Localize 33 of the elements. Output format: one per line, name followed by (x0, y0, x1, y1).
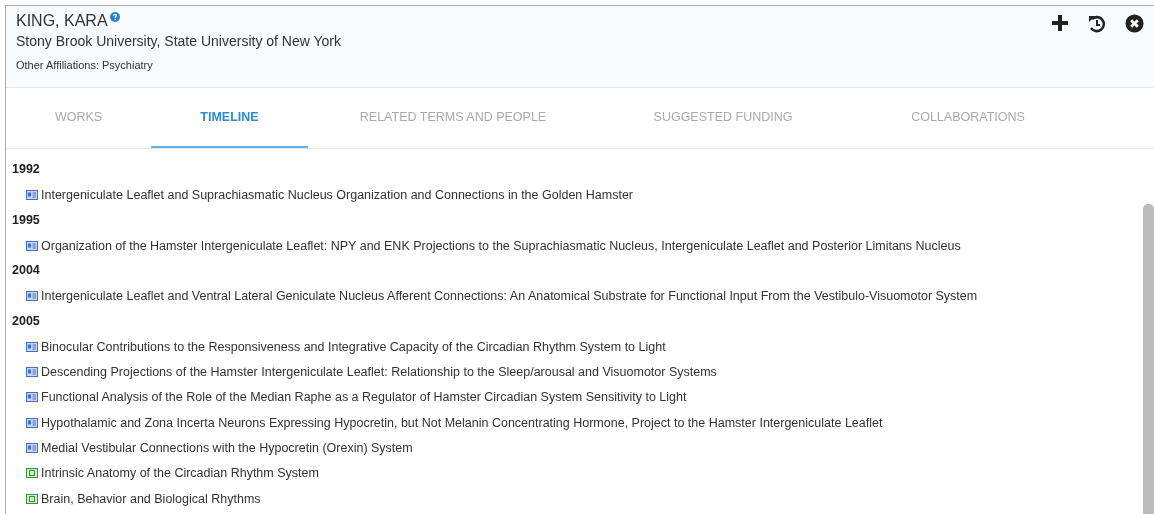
history-icon[interactable] (1087, 14, 1107, 34)
work-title[interactable]: Hypothalamic and Zona Incerta Neurons Expressing Hypocretin, but Not Melanin Concentrating Hormone, Project to the Hamster Intergeniculate Leaflet (41, 415, 883, 430)
tab[interactable]: TIMELINE (151, 88, 308, 148)
year-heading: 2005 (12, 312, 41, 330)
work-title[interactable]: Brain, Behavior and Biological Rhythms (41, 491, 261, 506)
article-icon (26, 442, 38, 453)
work-title[interactable]: Intrinsic Anatomy of the Circadian Rhythm System (41, 466, 319, 481)
scrollbar[interactable] (1143, 204, 1154, 514)
work-title[interactable]: Functional Analysis of the Role of the Median Raphe as a Regulator of Hamster Circadian System Sensitivity to Light (41, 390, 687, 405)
work-title[interactable]: Binocular Contributions to the Responsiveness and Integrative Capacity of the Circadian Rhythm System to Light (41, 339, 666, 354)
article-icon (26, 367, 38, 377)
article-icon (26, 291, 38, 302)
work-title[interactable]: Intergeniculate Leaflet and Suprachiasmatic Nucleus Organization and Connections in the Golden Hamster (41, 187, 633, 202)
institution: Stony Brook University, State University of New York (16, 32, 341, 51)
affiliations: Other Affiliations: Psychiatry (16, 58, 154, 73)
article-icon (26, 240, 38, 251)
person-name: KING, KARA (16, 11, 108, 31)
article-icon (26, 417, 38, 428)
close-icon[interactable] (1125, 14, 1144, 33)
book-icon (26, 468, 38, 479)
book-icon (26, 493, 38, 504)
add-icon[interactable] (1051, 14, 1069, 32)
article-icon (26, 392, 38, 403)
help-icon[interactable] (109, 12, 120, 22)
work-title[interactable]: Intergeniculate Leaflet and Ventral Lateral Geniculate Nucleus Afferent Connections: An Anatomical Substrate for Functional Input From the Vestibulo-Visuomotor System (41, 289, 978, 304)
work-title[interactable]: Descending Projections of the Hamster Intergeniculate Leaflet: Relationship to the Sleep/arousal and Visuomotor Systems (41, 365, 717, 379)
year-heading: 2004 (12, 262, 41, 280)
article-icon (26, 189, 38, 200)
year-heading: 1995 (12, 211, 41, 229)
year-heading: 1992 (12, 161, 41, 178)
work-title[interactable]: Organization of the Hamster Intergeniculate Leaflet: NPY and ENK Projections to the Suprachiasmatic Nucleus, Intergeniculate Leaflet and Posterior Limitans Nucleus (41, 238, 961, 253)
work-title[interactable]: Medial Vestibular Connections with the Hypocretin (Orexin) System (41, 440, 413, 455)
article-icon (26, 341, 38, 352)
